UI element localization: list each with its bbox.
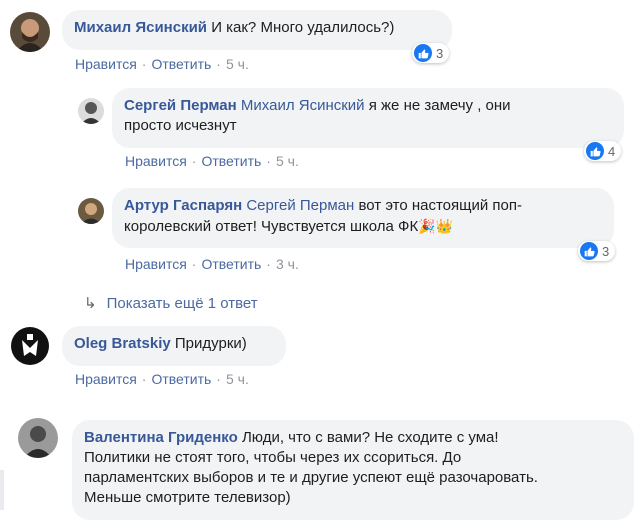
comment-author[interactable]: Сергей Перман [124,97,237,114]
comment-text: парламентских выборов и те и другие успе… [84,469,538,486]
like-link[interactable]: Нравится [125,153,187,169]
timestamp[interactable]: 3 ч. [276,256,299,272]
comment-author[interactable]: Oleg Bratskiy [74,335,171,352]
comment-bubble: Oleg Bratskiy Придурки) [62,326,286,366]
reply-link[interactable]: Ответить [151,371,211,387]
thumbs-up-icon [414,44,432,62]
timestamp[interactable]: 5 ч. [276,153,299,169]
avatar-artur[interactable] [78,198,104,224]
show-more-label: Показать ещё 1 ответ [106,295,258,312]
comment-text: просто исчезнут [124,117,237,134]
avatar-oleg[interactable] [10,326,50,366]
avatar-sergey[interactable] [78,98,104,124]
crown-icon: 👑 [435,218,454,234]
comment-text: королевский ответ! Чувствуется школа ФК [124,218,419,235]
mention-link[interactable]: Михаил Ясинский [241,97,365,114]
comment-author[interactable]: Валентина Гриденко [84,429,238,446]
avatar-valentina[interactable] [18,418,58,458]
reply-link[interactable]: Ответить [201,256,261,272]
comment-text: Политики не стоят того, чтобы через их с… [84,449,462,466]
reaction-count[interactable]: 3 [412,43,450,63]
like-link[interactable]: Нравится [75,56,137,72]
thumbs-up-icon [580,242,598,260]
avatar-mikhail[interactable] [10,12,50,52]
comment-actions: Нравится · Ответить · 5 ч. [75,371,249,387]
timestamp[interactable]: 5 ч. [226,56,249,72]
reaction-number: 3 [436,45,444,61]
comment-text: Придурки) [174,335,247,352]
like-link[interactable]: Нравится [75,371,137,387]
reply-link[interactable]: Ответить [201,153,261,169]
mention-link[interactable]: Сергей Перман [246,197,354,214]
comment-bubble: Валентина Гриденко Люди, что с вами? Не … [72,420,634,520]
reply-link[interactable]: Ответить [151,56,211,72]
left-edge-bar [0,470,4,510]
reaction-number: 4 [608,143,616,159]
comment-text: Люди, что с вами? Не сходите с ума! [241,429,499,446]
comment-text: И как? Много удалилось?) [211,19,395,36]
comment-text: вот это настоящий поп- [358,197,522,214]
comment-author[interactable]: Артур Гаспарян [124,197,242,214]
comment-actions: Нравится · Ответить · 3 ч. [125,256,299,272]
thumbs-up-icon [586,142,604,160]
comment-text: Меньше смотрите телевизор) [84,489,291,506]
reaction-count[interactable]: 3 [578,241,616,261]
party-icon: 🎉 [418,218,436,234]
timestamp[interactable]: 5 ч. [226,371,249,387]
comment-author[interactable]: Михаил Ясинский [74,19,207,36]
like-link[interactable]: Нравится [125,256,187,272]
comment-bubble: Сергей Перман Михаил Ясинский я же не за… [112,88,624,148]
comment-bubble: Михаил Ясинский И как? Много удалилось?) [62,10,452,50]
comment-actions: Нравится · Ответить · 5 ч. [75,56,249,72]
comment-bubble: Артур Гаспарян Сергей Перман вот это нас… [112,188,614,248]
comment-text: я же не замечу , они [368,97,511,114]
reaction-count[interactable]: 4 [584,141,622,161]
comment-actions: Нравится · Ответить · 5 ч. [125,153,299,169]
reply-arrow-icon: ↳ [84,295,97,312]
reaction-number: 3 [602,243,610,259]
show-more-replies-link[interactable]: ↳ Показать ещё 1 ответ [84,294,258,312]
